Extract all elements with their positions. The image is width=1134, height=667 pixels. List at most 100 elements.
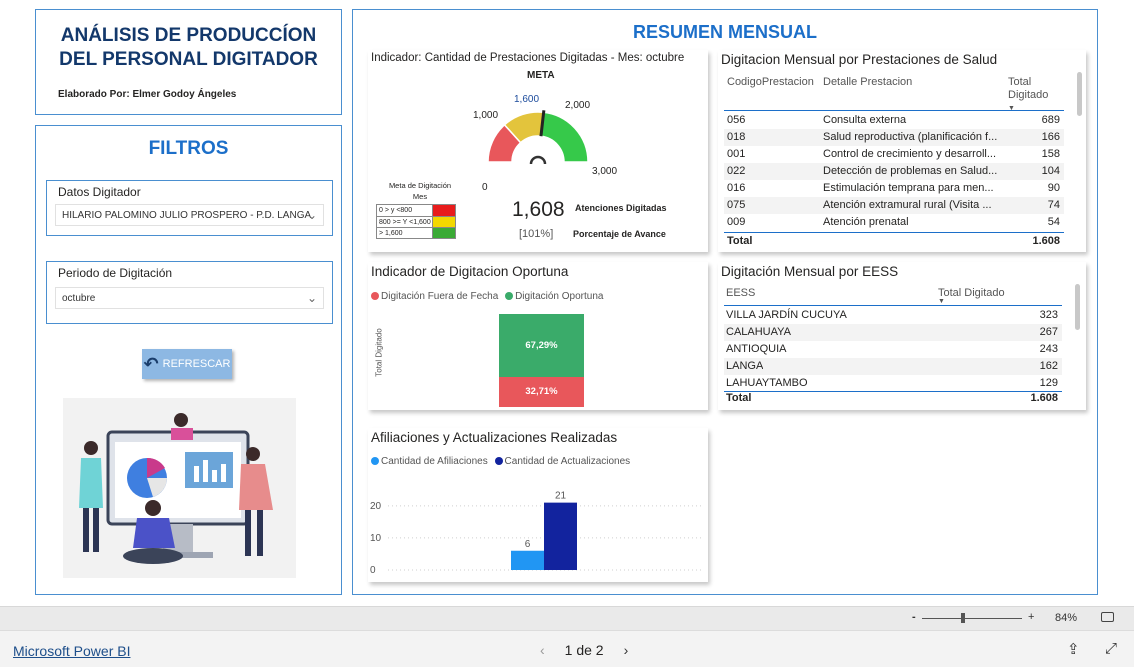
report-title-line-1: ANÁLISIS DE PRODUCCÍON	[60, 25, 317, 46]
cell-total: 162	[1039, 360, 1058, 372]
zoom-in-button[interactable]: +	[1028, 611, 1034, 623]
gauge-legend-title: Meta de Digitación Mes	[388, 181, 452, 201]
prestacion-row[interactable]: 018 Salud reproductiva (planificación f..…	[724, 129, 1064, 146]
gauge-legend-row-label: 0 > y <800	[377, 205, 433, 216]
prestacion-row[interactable]: 056 Consulta externa 689	[724, 112, 1064, 129]
previous-page-icon[interactable]: ‹	[540, 642, 545, 658]
sort-desc-icon: ▼	[938, 298, 945, 305]
gauge-meta-label: META	[527, 70, 555, 81]
cell-total: 54	[1047, 216, 1060, 228]
cell-detalle: Detección de problemas en Salud...	[823, 165, 998, 177]
prestaciones-title: Digitacion Mensual por Prestaciones de S…	[721, 52, 998, 67]
prestaciones-total-label: Total	[727, 235, 753, 247]
eess-table-visual[interactable]: Digitación Mensual por EESS EESS Total D…	[718, 262, 1086, 410]
data-label: 21	[555, 491, 567, 502]
cell-codigo: 075	[727, 199, 746, 211]
afiliaciones-chart: 0 10 20 6 21	[370, 491, 703, 576]
zoom-out-button[interactable]: -	[912, 611, 916, 623]
report-title: ANÁLISIS DE PRODUCCÍON DEL PERSONAL DIGI…	[36, 24, 341, 72]
header-divider	[724, 110, 1064, 111]
gauge-percent: [101%]	[519, 228, 553, 240]
cell-total: 267	[1039, 326, 1058, 338]
eess-row[interactable]: CALAHUAYA 267	[724, 324, 1062, 341]
next-page-icon[interactable]: ›	[624, 642, 629, 658]
cell-eess: LAHUAYTAMBO	[726, 377, 808, 389]
col-total-header-line-2: Digitado	[1008, 89, 1049, 101]
cell-eess: CALAHUAYA	[726, 326, 792, 338]
eess-scrollbar[interactable]	[1075, 284, 1080, 330]
zoom-slider[interactable]	[922, 618, 1022, 619]
fullscreen-icon[interactable]: ⤢	[1105, 640, 1117, 657]
prestaciones-table-visual[interactable]: Digitacion Mensual por Prestaciones de S…	[718, 50, 1086, 252]
prestaciones-total-value: 1.608	[1032, 235, 1060, 247]
gauge-legend-row: > 1,600	[377, 227, 455, 238]
zoom-bar: - + 84%	[0, 606, 1134, 630]
periodo-dropdown[interactable]: octubre ⌄	[55, 287, 324, 309]
bar-segment-fuera[interactable]: 32,71%	[499, 376, 584, 407]
refresh-button[interactable]: ↶ REFRESCAR	[142, 349, 232, 379]
digitador-dropdown[interactable]: HILARIO PALOMINO JULIO PROSPERO - P.D. L…	[55, 204, 324, 226]
page-navigator: ‹ 1 de 2 ›	[540, 642, 628, 658]
cell-total: 689	[1041, 114, 1060, 126]
cell-detalle: Atención extramural rural (Visita ...	[823, 199, 992, 211]
share-icon[interactable]: ⇪	[1067, 640, 1080, 658]
gauge-visual[interactable]: Indicador: Cantidad de Prestaciones Digi…	[368, 50, 708, 252]
cell-detalle: Consulta externa	[823, 114, 907, 126]
team-illustration	[63, 398, 296, 578]
prestacion-row[interactable]: 001 Control de crecimiento y desarroll...…	[724, 146, 1064, 163]
page-indicator: 1 de 2	[564, 642, 604, 658]
cell-total: 90	[1047, 182, 1060, 194]
eess-total-label: Total	[726, 392, 752, 404]
afiliaciones-chart-visual[interactable]: Afiliaciones y Actualizaciones Realizada…	[368, 428, 708, 582]
zoom-slider-thumb[interactable]	[961, 613, 965, 623]
cell-detalle: Atención prenatal	[823, 216, 909, 228]
prestacion-row[interactable]: 075 Atención extramural rural (Visita ...…	[724, 197, 1064, 214]
col-total-header-line-1: Total	[1008, 76, 1032, 88]
bar-segment-oportuna[interactable]: 67,29%	[499, 314, 584, 377]
cell-total: 323	[1039, 309, 1058, 321]
power-bi-link[interactable]: Microsoft Power BI	[13, 643, 130, 659]
oportuna-legend: Digitación Fuera de Fecha Digitación Opo…	[371, 291, 603, 302]
oportuna-chart-visual[interactable]: Indicador de Digitacion Oportuna Digitac…	[368, 262, 708, 410]
header-divider	[724, 305, 1062, 306]
gauge-legend-table: 0 > y <800 800 >= Y <1,600 > 1,600	[376, 204, 456, 239]
report-author: Elaborado Por: Elmer Godoy Ángeles	[58, 89, 237, 100]
fit-to-page-icon[interactable]	[1101, 612, 1114, 622]
cell-total: 74	[1047, 199, 1060, 211]
prestacion-row[interactable]: 022 Detección de problemas en Salud... 104	[724, 163, 1064, 180]
chevron-down-icon: ⌄	[306, 208, 317, 222]
bar-afiliaciones[interactable]	[511, 550, 544, 570]
gauge-band-high	[539, 111, 589, 163]
eess-row[interactable]: LANGA 162	[724, 358, 1062, 375]
cell-codigo: 056	[727, 114, 746, 126]
col-codigo-header[interactable]: CodigoPrestacion	[727, 76, 814, 88]
data-label: 6	[525, 539, 531, 550]
eess-title: Digitación Mensual por EESS	[721, 264, 899, 279]
filters-panel: FILTROS Datos Digitador HILARIO PALOMINO…	[35, 125, 342, 595]
gauge-legend-swatch	[433, 228, 455, 238]
legend-fuera-label: Digitación Fuera de Fecha	[381, 291, 499, 302]
bar-actualizaciones[interactable]	[544, 502, 577, 570]
prestacion-row[interactable]: 016 Estimulación temprana para men... 90	[724, 180, 1064, 197]
eess-row[interactable]: VILLA JARDÍN CUCUYA 323	[724, 307, 1062, 324]
gauge-legend-row: 800 >= Y <1,600	[377, 216, 455, 227]
col-total-digitado-label: Total Digitado	[938, 287, 1005, 299]
eess-row[interactable]: LAHUAYTAMBO 129	[724, 375, 1062, 392]
prestaciones-scrollbar[interactable]	[1077, 72, 1082, 116]
refresh-button-label: REFRESCAR	[162, 358, 231, 370]
total-divider	[724, 232, 1064, 233]
col-detalle-header[interactable]: Detalle Prestacion	[823, 76, 912, 88]
legend-dot-oportuna	[505, 292, 514, 300]
eess-row[interactable]: ANTIOQUIA 243	[724, 341, 1062, 358]
cell-eess: ANTIOQUIA	[726, 343, 787, 355]
col-eess-header[interactable]: EESS	[726, 287, 755, 299]
gauge-tick-min: 0	[482, 182, 488, 193]
cell-codigo: 001	[727, 148, 746, 160]
cell-total: 166	[1041, 131, 1060, 143]
y-tick-label: 10	[370, 533, 382, 544]
zoom-level: 84%	[1055, 612, 1078, 624]
cell-codigo: 022	[727, 165, 746, 177]
prestacion-row[interactable]: 009 Atención prenatal 54	[724, 214, 1064, 231]
col-total-digitado-header[interactable]: Total Digitado	[938, 287, 1005, 299]
prestaciones-table: CodigoPrestacion Detalle Prestacion Tota…	[724, 74, 1064, 250]
